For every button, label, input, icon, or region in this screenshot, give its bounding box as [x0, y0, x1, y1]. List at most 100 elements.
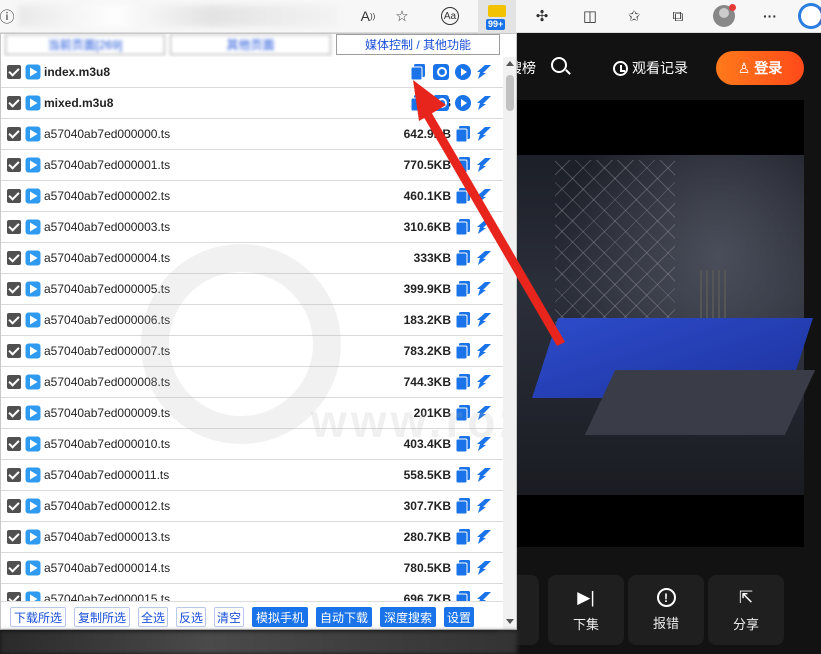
- tab-media-control[interactable]: 媒体控制 / 其他功能: [336, 34, 500, 55]
- resource-row[interactable]: a57040ab7ed000010.ts 403.4KB: [1, 429, 503, 460]
- row-checkbox[interactable]: [7, 499, 21, 513]
- copy-icon[interactable]: [455, 126, 470, 143]
- info-icon[interactable]: ⓘ: [0, 6, 18, 26]
- copilot-icon[interactable]: [798, 3, 821, 29]
- download-icon[interactable]: [477, 312, 493, 328]
- read-aloud-icon[interactable]: A)): [357, 6, 379, 26]
- copy-icon[interactable]: [455, 467, 470, 484]
- row-checkbox[interactable]: [7, 220, 21, 234]
- resource-row[interactable]: a57040ab7ed000007.ts 783.2KB: [1, 336, 503, 367]
- resource-row[interactable]: a57040ab7ed000006.ts 183.2KB: [1, 305, 503, 336]
- row-checkbox[interactable]: [7, 189, 21, 203]
- resource-row[interactable]: a57040ab7ed000003.ts 310.6KB: [1, 212, 503, 243]
- favorite-add-icon[interactable]: ☆: [391, 6, 413, 26]
- resource-row[interactable]: a57040ab7ed000002.ts 460.1KB: [1, 181, 503, 212]
- row-checkbox[interactable]: [7, 468, 21, 482]
- next-episode-button[interactable]: ▶| 下集: [548, 575, 624, 645]
- copy-icon[interactable]: [455, 343, 470, 360]
- download-icon[interactable]: [477, 250, 493, 266]
- extensions-icon[interactable]: ✣: [531, 6, 553, 26]
- download-icon[interactable]: [477, 95, 493, 111]
- resource-row[interactable]: a57040ab7ed000012.ts 307.7KB: [1, 491, 503, 522]
- parse-icon[interactable]: [433, 95, 449, 111]
- action-button[interactable]: 复制所选: [74, 607, 130, 627]
- row-checkbox[interactable]: [7, 251, 21, 265]
- resource-row[interactable]: mixed.m3u8 25.6KB: [1, 88, 503, 119]
- share-button[interactable]: ⇱ 分享: [708, 575, 784, 645]
- row-checkbox[interactable]: [7, 530, 21, 544]
- copy-icon[interactable]: [455, 405, 470, 422]
- copy-icon[interactable]: [455, 498, 470, 515]
- download-icon[interactable]: [477, 157, 493, 173]
- play-icon[interactable]: [455, 95, 471, 111]
- copy-icon[interactable]: [455, 436, 470, 453]
- copy-icon[interactable]: [455, 529, 470, 546]
- resource-row[interactable]: a57040ab7ed000005.ts 399.9KB: [1, 274, 503, 305]
- row-checkbox[interactable]: [7, 375, 21, 389]
- play-icon[interactable]: [455, 64, 471, 80]
- action-button[interactable]: 设置: [444, 607, 474, 627]
- download-icon[interactable]: [477, 343, 493, 359]
- row-checkbox[interactable]: [7, 282, 21, 296]
- more-icon[interactable]: ···: [759, 6, 781, 26]
- row-checkbox[interactable]: [7, 96, 21, 110]
- scroll-down-arrow[interactable]: [506, 619, 514, 624]
- scroll-thumb[interactable]: [506, 75, 514, 111]
- download-icon[interactable]: [477, 188, 493, 204]
- collections-icon[interactable]: ⧉: [667, 6, 689, 26]
- action-button[interactable]: 下载所选: [10, 607, 66, 627]
- copy-icon[interactable]: [410, 64, 425, 81]
- download-icon[interactable]: [477, 436, 493, 452]
- favorites-icon[interactable]: ✩: [623, 6, 645, 26]
- login-button[interactable]: ♙ 登录: [716, 51, 804, 85]
- action-button[interactable]: 自动下载: [316, 607, 372, 627]
- row-checkbox[interactable]: [7, 561, 21, 575]
- immersive-reader-icon[interactable]: Aa: [441, 7, 459, 25]
- download-icon[interactable]: [477, 64, 493, 80]
- resource-row[interactable]: a57040ab7ed000000.ts 642.9KB: [1, 119, 503, 150]
- row-checkbox[interactable]: [7, 437, 21, 451]
- copy-icon[interactable]: [455, 250, 470, 267]
- row-checkbox[interactable]: [7, 406, 21, 420]
- row-checkbox[interactable]: [7, 127, 21, 141]
- copy-icon[interactable]: [455, 560, 470, 577]
- resource-row[interactable]: a57040ab7ed000001.ts 770.5KB: [1, 150, 503, 181]
- watch-history-link[interactable]: 观看记录: [613, 58, 688, 78]
- row-checkbox[interactable]: [7, 65, 21, 79]
- search-icon[interactable]: [551, 57, 567, 73]
- action-button[interactable]: 模拟手机: [252, 607, 308, 627]
- copy-icon[interactable]: [455, 312, 470, 329]
- action-button[interactable]: 清空: [214, 607, 244, 627]
- download-icon[interactable]: [477, 467, 493, 483]
- download-icon[interactable]: [477, 219, 493, 235]
- row-checkbox[interactable]: [7, 344, 21, 358]
- download-icon[interactable]: [477, 498, 493, 514]
- row-checkbox[interactable]: [7, 313, 21, 327]
- split-screen-icon[interactable]: ◫: [579, 6, 601, 26]
- download-icon[interactable]: [477, 405, 493, 421]
- copy-icon[interactable]: [455, 157, 470, 174]
- download-icon[interactable]: [477, 126, 493, 142]
- parse-icon[interactable]: [433, 64, 449, 80]
- resource-row[interactable]: a57040ab7ed000008.ts 744.3KB: [1, 367, 503, 398]
- copy-icon[interactable]: [455, 188, 470, 205]
- resource-row[interactable]: a57040ab7ed000011.ts 558.5KB: [1, 460, 503, 491]
- action-button[interactable]: 深度搜索: [380, 607, 436, 627]
- action-button[interactable]: 全选: [138, 607, 168, 627]
- row-checkbox[interactable]: [7, 158, 21, 172]
- address-bar[interactable]: [18, 5, 338, 27]
- copy-icon[interactable]: [455, 374, 470, 391]
- download-icon[interactable]: [477, 374, 493, 390]
- resource-row[interactable]: index.m3u8: [1, 57, 503, 88]
- scroll-up-arrow[interactable]: [506, 61, 514, 66]
- popup-scrollbar[interactable]: [503, 57, 516, 629]
- download-icon[interactable]: [477, 281, 493, 297]
- report-error-button[interactable]: ! 报错: [628, 575, 704, 645]
- action-button[interactable]: 反选: [176, 607, 206, 627]
- copy-icon[interactable]: [455, 219, 470, 236]
- download-icon[interactable]: [477, 529, 493, 545]
- tab-current-page[interactable]: 当前页面[269]: [5, 34, 165, 55]
- resource-row[interactable]: a57040ab7ed000014.ts 780.5KB: [1, 553, 503, 584]
- resource-row[interactable]: a57040ab7ed000004.ts 333KB: [1, 243, 503, 274]
- resource-row[interactable]: a57040ab7ed000013.ts 280.7KB: [1, 522, 503, 553]
